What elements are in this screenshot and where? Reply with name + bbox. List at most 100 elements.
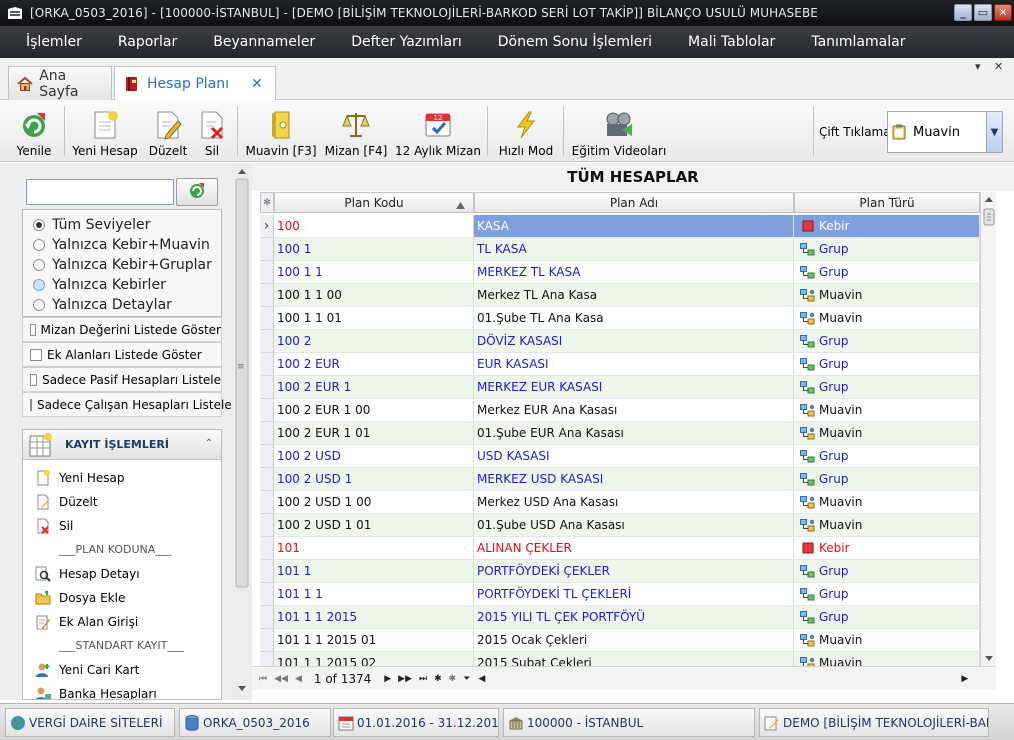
minimize-button[interactable]: _ — [954, 4, 972, 21]
row-indicator[interactable]: › — [260, 215, 274, 238]
row-indicator[interactable] — [260, 583, 274, 606]
menu-mali-tablolar[interactable]: Mali Tablolar — [670, 34, 793, 50]
row-indicator[interactable] — [260, 514, 274, 537]
table-row[interactable]: 100 1 1 MERKEZ TL KASA Grup — [274, 261, 980, 284]
status-tax-sites[interactable]: VERGİ DAİRE SİTELERİ — [5, 708, 175, 737]
action-account-detail[interactable]: Hesap Detayı — [35, 564, 140, 584]
append-record-icon[interactable]: ✱ — [434, 674, 442, 684]
level-radio-kebir-gruplar[interactable]: Yalnızca Kebir+Gruplar — [33, 255, 212, 275]
row-indicator[interactable] — [260, 468, 274, 491]
column-header-code[interactable]: Plan Kodu — [274, 192, 474, 213]
level-radio-all[interactable]: Tüm Seviyeler — [33, 215, 150, 235]
next-group-icon[interactable]: ▶▶ — [398, 674, 412, 684]
table-row[interactable]: 100 1 1 01 01.Şube TL Ana Kasa Muavin — [274, 307, 980, 330]
check-calisan-hesaplar[interactable]: Sadece Çalışan Hesapları Listele — [22, 392, 232, 417]
maximize-button[interactable]: ▭ — [974, 4, 992, 21]
record-actions-header[interactable]: KAYIT İŞLEMLERİ ⌃ — [23, 430, 221, 460]
tab-ana-sayfa[interactable]: Ana Sayfa — [8, 66, 112, 100]
table-row[interactable]: 101 1 1 PORTFÖYDEKİ TL ÇEKLERİ Grup — [274, 583, 980, 606]
menu-raporlar[interactable]: Raporlar — [100, 34, 195, 50]
table-row[interactable]: 101 1 1 2015 2015 YILI TL ÇEK PORTFÖYÜ Gru… — [274, 606, 980, 629]
table-row[interactable]: 100 1 1 00 Merkez TL Ana Kasa Muavin — [274, 284, 980, 307]
prev-group-icon[interactable]: ◀◀ — [274, 674, 288, 684]
action-extra-field[interactable]: Ek Alan Girişi — [35, 612, 138, 632]
check-ek-alanlar[interactable]: Ek Alanları Listede Göster — [22, 342, 222, 367]
scroll-right-icon[interactable]: ▶ — [961, 674, 968, 684]
edit-button[interactable]: Düzelt — [146, 104, 190, 158]
row-indicator[interactable] — [260, 284, 274, 307]
level-radio-kebirler[interactable]: Yalnızca Kebirler — [33, 275, 166, 295]
menu-beyannameler[interactable]: Beyannameler — [195, 34, 333, 50]
table-row[interactable]: 101 1 PORTFÖYDEKİ ÇEKLER Grup — [274, 560, 980, 583]
status-period[interactable]: 01.01.2016 - 31.12.2016 — [333, 708, 499, 737]
scroll-left-icon[interactable]: ◀ — [478, 674, 485, 684]
status-branch[interactable]: 100000 - İSTANBUL — [503, 708, 755, 737]
row-indicator[interactable] — [260, 330, 274, 353]
table-row[interactable]: 100 2 EUR 1 MERKEZ EUR KASASI Grup — [274, 376, 980, 399]
tab-list-dropdown-icon[interactable]: ▾ — [975, 60, 981, 73]
refresh-button[interactable]: Yenile — [6, 104, 62, 158]
fast-mode-button[interactable]: Hızlı Mod — [498, 104, 554, 158]
table-row[interactable]: 100 2 USD 1 00 Merkez USD Ana Kasası Muavi… — [274, 491, 980, 514]
twelve-month-mizan-button[interactable]: 12 12 Aylık Mizan — [395, 104, 481, 158]
training-videos-button[interactable]: Eğitim Videoları — [572, 104, 666, 158]
row-indicator[interactable] — [260, 261, 274, 284]
account-search-input[interactable] — [26, 179, 174, 205]
row-indicator[interactable] — [260, 307, 274, 330]
row-indicator[interactable] — [260, 629, 274, 652]
insert-record-icon[interactable]: ✱ — [449, 674, 457, 684]
table-row[interactable]: 101 ALINAN ÇEKLER Kebir — [274, 537, 980, 560]
menu-tanimlamalar[interactable]: Tanımlamalar — [793, 34, 923, 50]
row-indicator[interactable] — [260, 422, 274, 445]
filter-icon[interactable]: ⏷ — [463, 674, 470, 684]
left-panel-scrollbar[interactable] — [232, 163, 252, 700]
level-radio-detaylar[interactable]: Yalnızca Detaylar — [33, 295, 172, 315]
splitter-grip-icon[interactable]: ≡ — [237, 362, 245, 372]
row-indicator[interactable] — [260, 399, 274, 422]
table-row[interactable]: 100 2 USD USD KASASI Grup — [274, 445, 980, 468]
menu-donem-sonu-islemleri[interactable]: Dönem Sonu İşlemleri — [480, 34, 670, 50]
table-row[interactable]: 100 2 USD 1 MERKEZ USD KASASI Grup — [274, 468, 980, 491]
row-indicator[interactable] — [260, 606, 274, 629]
table-row[interactable]: 100 2 EUR EUR KASASI Grup — [274, 353, 980, 376]
prev-page-icon[interactable]: ◀ — [295, 674, 302, 684]
double-click-select[interactable]: Muavin ▼ — [887, 111, 1003, 153]
check-mizan-degeri[interactable]: Mizan Değerini Listede Göster — [22, 317, 222, 342]
table-row[interactable]: 101 1 1 2015 01 2015 Ocak Çekleri Muavin — [274, 629, 980, 652]
mizan-button[interactable]: Mizan [F4] — [325, 104, 387, 158]
grid-vertical-scrollbar[interactable] — [980, 192, 996, 666]
action-bank-accounts[interactable]: Banka Hesapları — [35, 684, 157, 699]
row-indicator[interactable] — [260, 238, 274, 261]
action-delete[interactable]: Sil — [35, 516, 73, 536]
column-header-name[interactable]: Plan Adı — [474, 192, 794, 213]
row-indicator[interactable] — [260, 445, 274, 468]
close-all-tabs-icon[interactable]: ✕ — [994, 60, 1003, 73]
tab-hesap-plani[interactable]: Hesap Planı ✕ — [114, 66, 276, 101]
table-row[interactable]: 100 1 TL KASA Grup — [274, 238, 980, 261]
row-indicator[interactable] — [260, 491, 274, 514]
next-page-icon[interactable]: ▶ — [384, 674, 391, 684]
table-row[interactable]: 100 KASA Kebir — [274, 215, 980, 238]
row-indicator[interactable] — [260, 560, 274, 583]
level-radio-kebir-muavin[interactable]: Yalnızca Kebir+Muavin — [33, 235, 210, 255]
check-pasif-hesaplar[interactable]: Sadece Pasif Hesapları Listele — [22, 367, 222, 392]
table-row[interactable]: 100 2 USD 1 01 01.Şube USD Ana Kasası Muav… — [274, 514, 980, 537]
menu-defter-yazimlari[interactable]: Defter Yazımları — [333, 34, 480, 50]
status-company[interactable]: DEMO [BİLİŞİM TEKNOLOJİLERİ-BARKOD SERİ … — [759, 708, 989, 737]
action-add-file[interactable]: Dosya Ekle — [35, 588, 125, 608]
status-database[interactable]: ORKA_0503_2016 — [179, 708, 331, 737]
menu-islemler[interactable]: İşlemler — [8, 34, 100, 50]
column-header-type[interactable]: Plan Türü — [794, 192, 980, 213]
delete-button[interactable]: Sil — [194, 104, 230, 158]
row-indicator[interactable] — [260, 353, 274, 376]
table-row[interactable]: 100 2 EUR 1 01 01.Şube EUR Ana Kasası Muav… — [274, 422, 980, 445]
last-page-icon[interactable]: ⏭ — [419, 674, 427, 684]
table-row[interactable]: 100 2 EUR 1 00 Merkez EUR Ana Kasası Muavi… — [274, 399, 980, 422]
muavin-button[interactable]: Muavin [F3] — [245, 104, 317, 158]
row-indicator[interactable] — [260, 376, 274, 399]
chevron-down-icon[interactable]: ▼ — [986, 112, 1002, 152]
first-page-icon[interactable]: ⏮ — [259, 674, 267, 684]
action-new-customer[interactable]: Yeni Cari Kart — [35, 660, 139, 680]
action-new-account[interactable]: Yeni Hesap — [35, 468, 125, 488]
table-row[interactable]: 100 2 DÖVİZ KASASI Grup — [274, 330, 980, 353]
